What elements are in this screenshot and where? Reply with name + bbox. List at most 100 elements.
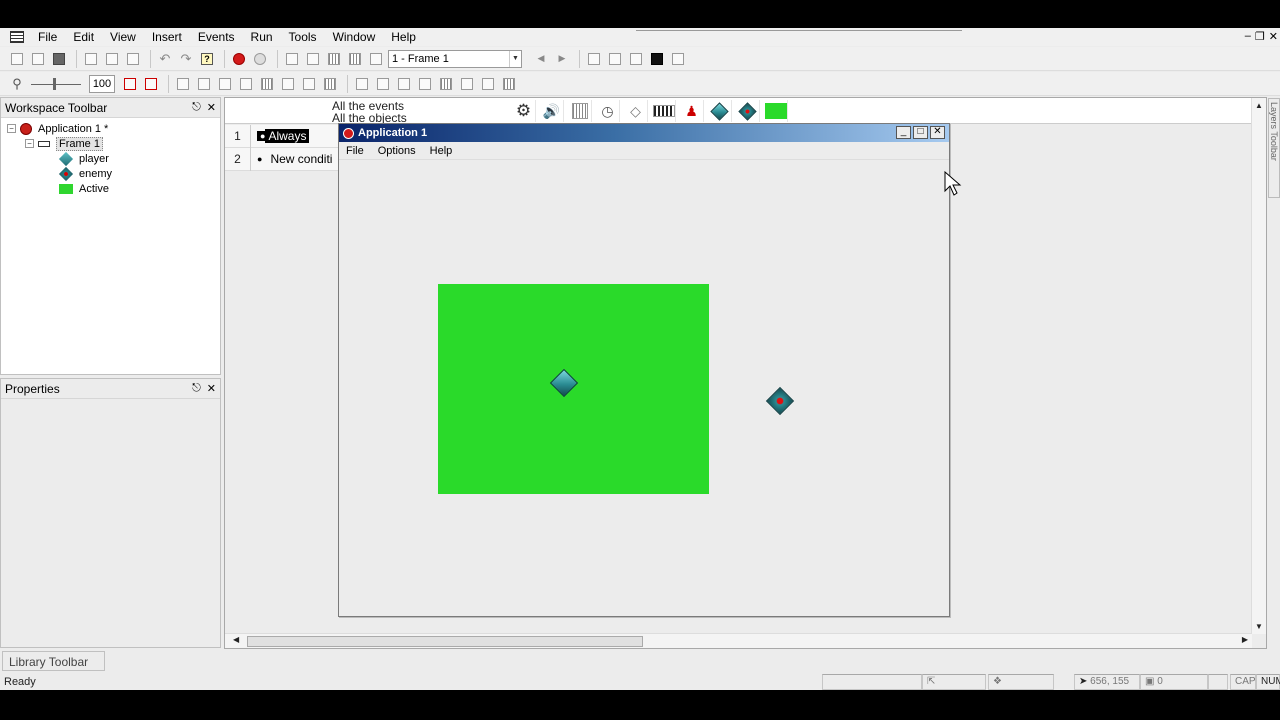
storyboard-object-column[interactable] xyxy=(568,100,592,122)
special-object-column[interactable]: ⚙ xyxy=(512,100,536,122)
help-button[interactable]: ? xyxy=(198,50,216,68)
mouse-keyboard-column[interactable] xyxy=(652,100,676,122)
save-button[interactable] xyxy=(50,50,68,68)
tool-j-button[interactable] xyxy=(279,75,297,93)
copy-button[interactable] xyxy=(103,50,121,68)
vertical-scrollbar[interactable]: ▲ ▼ xyxy=(1251,98,1266,634)
enemy-object-column[interactable] xyxy=(736,100,760,122)
close-icon[interactable]: ✕ xyxy=(930,126,945,139)
tool-o-button[interactable] xyxy=(395,75,413,93)
collapse-icon[interactable]: − xyxy=(7,124,16,133)
restore-icon[interactable]: ❐ xyxy=(1255,30,1265,43)
tool-r-button[interactable] xyxy=(458,75,476,93)
tool-a-button[interactable] xyxy=(585,50,603,68)
scroll-right-icon[interactable]: ▶ xyxy=(1242,635,1248,644)
tool-s-button[interactable] xyxy=(479,75,497,93)
zoom-slider[interactable] xyxy=(29,75,83,93)
tree-item-application[interactable]: − Application 1 * xyxy=(1,121,220,136)
scroll-left-icon[interactable]: ◀ xyxy=(233,635,239,644)
frame-select[interactable]: 1 - Frame 1 ▼ xyxy=(388,49,522,68)
app-menu-icon[interactable] xyxy=(10,31,24,43)
event-editor-button[interactable] xyxy=(325,50,343,68)
next-frame-button[interactable]: ▶ xyxy=(553,50,571,68)
maximize-icon[interactable]: □ xyxy=(913,126,928,139)
close-icon[interactable]: ✕ xyxy=(207,382,216,395)
menu-tools[interactable]: Tools xyxy=(281,30,325,44)
zoom-button[interactable]: ⚲ xyxy=(8,75,26,93)
menu-view[interactable]: View xyxy=(102,30,144,44)
pin-icon[interactable]: ⎋ xyxy=(192,101,201,114)
event-b-button[interactable] xyxy=(142,75,160,93)
player-object-column[interactable] xyxy=(708,100,732,122)
menu-window[interactable]: Window xyxy=(325,30,384,44)
create-object-column[interactable]: ◇ xyxy=(624,100,648,122)
cut-button[interactable] xyxy=(82,50,100,68)
event-a-button[interactable] xyxy=(121,75,139,93)
tool-h-button[interactable] xyxy=(237,75,255,93)
run-menu-help[interactable]: Help xyxy=(430,145,453,157)
menu-events[interactable]: Events xyxy=(190,30,243,44)
zoom-slider-handle[interactable] xyxy=(53,77,56,90)
menu-insert[interactable]: Insert xyxy=(144,30,190,44)
tree-item-player[interactable]: player xyxy=(1,151,220,166)
tool-d-button[interactable] xyxy=(669,50,687,68)
tool-m-button[interactable] xyxy=(353,75,371,93)
tool-e-button[interactable] xyxy=(174,75,192,93)
run-frame-button[interactable] xyxy=(251,50,269,68)
tool-c-button[interactable] xyxy=(627,50,645,68)
game-canvas[interactable] xyxy=(339,160,949,616)
event-row[interactable]: 2 ● New conditi xyxy=(225,147,339,171)
event-condition[interactable]: ● Always xyxy=(251,129,310,143)
zoom-input[interactable]: 100 xyxy=(89,74,115,93)
library-toolbar-tab[interactable]: Library Toolbar xyxy=(2,651,105,671)
timer-object-column[interactable]: ◷ xyxy=(596,100,620,122)
tool-p-button[interactable] xyxy=(416,75,434,93)
event-list-button[interactable] xyxy=(346,50,364,68)
storyboard-button[interactable] xyxy=(283,50,301,68)
sound-object-column[interactable]: 🔊 xyxy=(540,100,564,122)
open-button[interactable] xyxy=(29,50,47,68)
menu-help[interactable]: Help xyxy=(383,30,424,44)
tool-i-button[interactable] xyxy=(258,75,276,93)
horizontal-scroll-thumb[interactable] xyxy=(247,636,643,647)
minimize-icon[interactable]: – xyxy=(1245,30,1251,43)
menu-run[interactable]: Run xyxy=(243,30,281,44)
data-elements-button[interactable] xyxy=(367,50,385,68)
tree-item-active[interactable]: Active xyxy=(1,181,220,196)
chevron-down-icon[interactable]: ▼ xyxy=(509,50,521,67)
minimize-icon[interactable]: _ xyxy=(896,126,911,139)
run-menu-options[interactable]: Options xyxy=(378,145,416,157)
tool-q-button[interactable] xyxy=(437,75,455,93)
tool-g-button[interactable] xyxy=(216,75,234,93)
tool-n-button[interactable] xyxy=(374,75,392,93)
redo-button[interactable]: ↷ xyxy=(177,50,195,68)
player-controls-column[interactable]: ♟ xyxy=(680,100,704,122)
close-icon[interactable]: ✕ xyxy=(1269,30,1278,43)
event-condition[interactable]: ● New conditi xyxy=(251,152,332,166)
horizontal-scrollbar[interactable]: ◀ ▶ xyxy=(225,633,1252,648)
running-application-window[interactable]: Application 1 _ □ ✕ File Options Help xyxy=(338,123,950,617)
event-row[interactable]: 1 ● Always xyxy=(225,124,339,148)
pin-icon[interactable]: ⎋ xyxy=(192,382,201,395)
tool-b-button[interactable] xyxy=(606,50,624,68)
run-application-button[interactable] xyxy=(230,50,248,68)
undo-button[interactable]: ↶ xyxy=(156,50,174,68)
paste-button[interactable] xyxy=(124,50,142,68)
tree-item-frame[interactable]: − Frame 1 xyxy=(1,136,220,151)
run-window-titlebar[interactable]: Application 1 _ □ ✕ xyxy=(339,124,949,142)
tool-k-button[interactable] xyxy=(300,75,318,93)
menu-file[interactable]: File xyxy=(30,30,65,44)
tool-l-button[interactable] xyxy=(321,75,339,93)
tool-f-button[interactable] xyxy=(195,75,213,93)
scroll-up-icon[interactable]: ▲ xyxy=(1255,101,1263,110)
frame-editor-button[interactable] xyxy=(304,50,322,68)
run-menu-file[interactable]: File xyxy=(346,145,364,157)
scroll-down-icon[interactable]: ▼ xyxy=(1255,622,1263,631)
prev-frame-button[interactable]: ◀ xyxy=(532,50,550,68)
close-icon[interactable]: ✕ xyxy=(207,101,216,114)
tree-item-enemy[interactable]: enemy xyxy=(1,166,220,181)
layers-toolbar-tab[interactable]: Layers Toolbar xyxy=(1268,98,1280,198)
collapse-icon[interactable]: − xyxy=(25,139,34,148)
stop-button[interactable] xyxy=(648,50,666,68)
tool-t-button[interactable] xyxy=(500,75,518,93)
